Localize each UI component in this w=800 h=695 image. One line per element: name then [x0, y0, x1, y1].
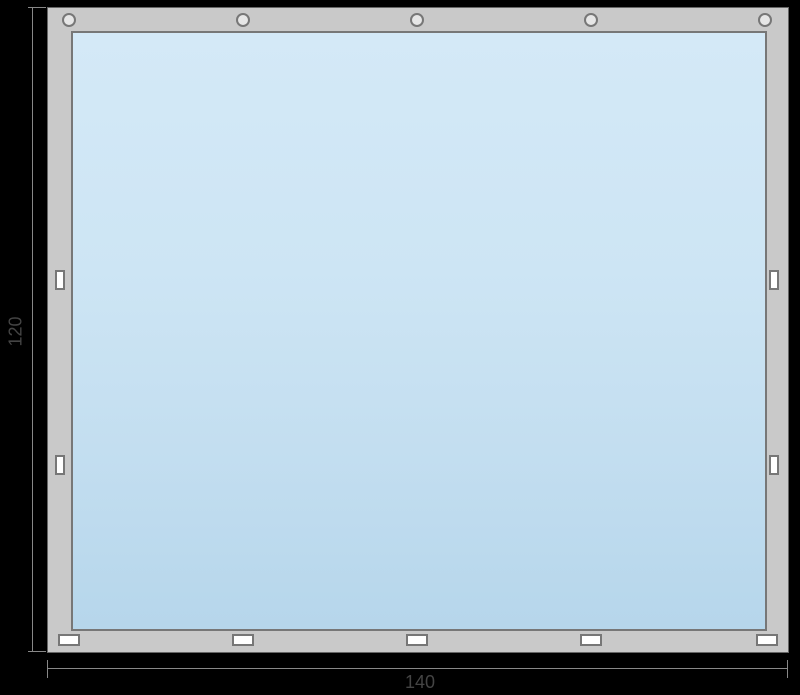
eyelet-top-4 [584, 13, 598, 27]
eyelet-top-1 [62, 13, 76, 27]
dim-height-tick-bot [28, 651, 46, 652]
slot-bottom-1 [58, 634, 80, 646]
dim-width-tick-left [47, 660, 48, 678]
diagram-canvas: 120 140 [0, 0, 800, 695]
slot-left-2 [55, 455, 65, 475]
slot-left-1 [55, 270, 65, 290]
slot-right-1 [769, 270, 779, 290]
eyelet-top-5 [758, 13, 772, 27]
panel-glass [71, 31, 767, 631]
dim-height-line [32, 7, 33, 651]
dim-height-tick-top [28, 7, 46, 8]
slot-bottom-4 [580, 634, 602, 646]
dim-height-label: 120 [6, 315, 27, 347]
dim-width-line [47, 668, 787, 669]
slot-right-2 [769, 455, 779, 475]
eyelet-top-2 [236, 13, 250, 27]
slot-bottom-5 [756, 634, 778, 646]
slot-bottom-3 [406, 634, 428, 646]
slot-bottom-2 [232, 634, 254, 646]
eyelet-top-3 [410, 13, 424, 27]
dim-width-tick-right [787, 660, 788, 678]
dim-width-label: 140 [380, 672, 460, 693]
